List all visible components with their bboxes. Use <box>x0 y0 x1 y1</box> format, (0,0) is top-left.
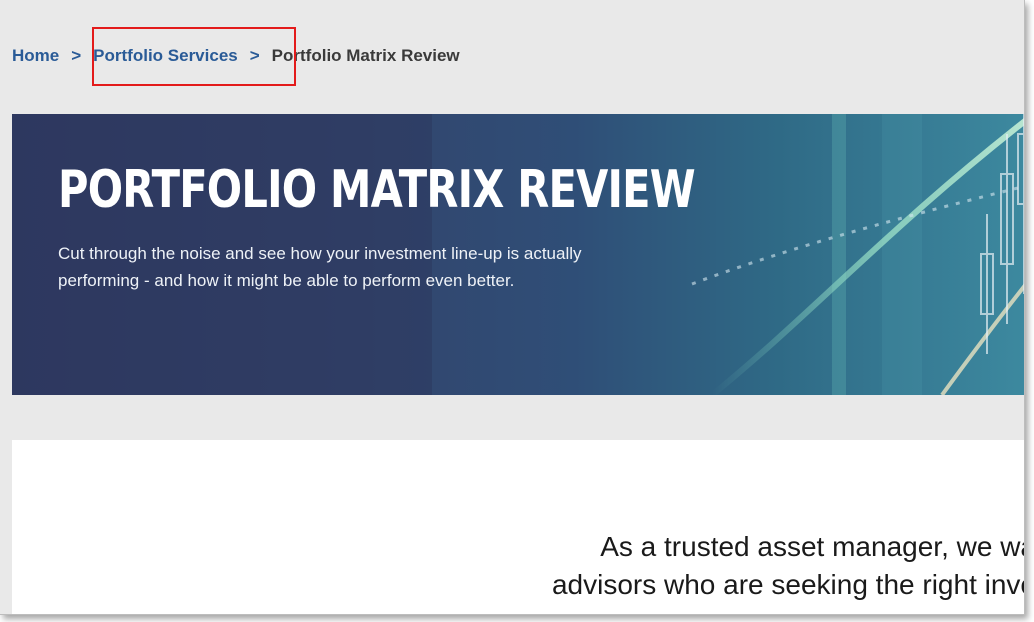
intro-text-line: As a trusted asset manager, we wa <box>600 531 1025 562</box>
breadcrumb: Home > Portfolio Services > Portfolio Ma… <box>12 44 460 68</box>
hero-subtitle-line: performing - and how it might be able to… <box>58 271 515 290</box>
hero-title: PORTFOLIO MATRIX REVIEW <box>58 160 696 220</box>
hero-subtitle: Cut through the noise and see how your i… <box>58 240 858 294</box>
breadcrumb-portfolio-services-link[interactable]: Portfolio Services <box>93 46 238 66</box>
browser-page: Home > Portfolio Services > Portfolio Ma… <box>0 0 1025 615</box>
intro-text-line: advisors who are seeking the right inve <box>551 569 1025 600</box>
intro-content-panel: As a trusted asset manager, we wa adviso… <box>12 440 1025 614</box>
hero-subtitle-line: Cut through the noise and see how your i… <box>58 244 582 263</box>
hero-banner: PORTFOLIO MATRIX REVIEW Cut through the … <box>12 114 1024 395</box>
breadcrumb-home-link[interactable]: Home <box>12 46 59 66</box>
breadcrumb-separator: > <box>249 46 260 65</box>
intro-text: As a trusted asset manager, we wa adviso… <box>336 528 1025 604</box>
breadcrumb-current-page: Portfolio Matrix Review <box>271 46 460 65</box>
breadcrumb-separator: > <box>71 46 82 65</box>
